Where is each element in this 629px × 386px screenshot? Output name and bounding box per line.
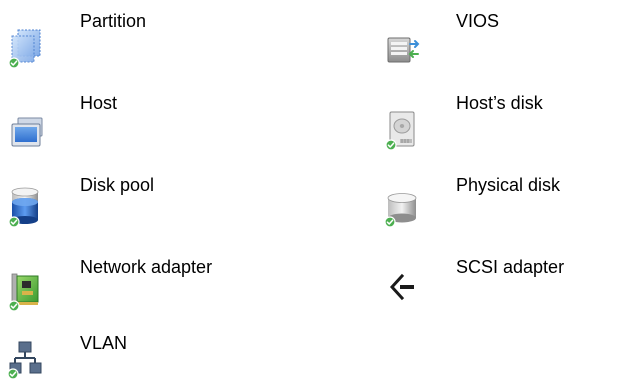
vlan-icon bbox=[4, 338, 52, 386]
legend-label-vios: VIOS bbox=[456, 11, 500, 31]
legend-label-hosts-disk: Host’s disk bbox=[456, 93, 543, 113]
legend-label-host: Host bbox=[80, 93, 118, 113]
partition-icon bbox=[4, 24, 52, 72]
vios-icon bbox=[380, 24, 428, 72]
host-icon bbox=[4, 106, 52, 154]
network-adapter-icon bbox=[4, 266, 52, 314]
legend-label-disk-pool: Disk pool bbox=[80, 175, 155, 195]
disk-pool-icon bbox=[4, 184, 52, 232]
scsi-adapter-icon bbox=[380, 266, 428, 314]
physical-disk-icon bbox=[380, 184, 428, 232]
hosts-disk-icon bbox=[380, 106, 428, 154]
legend-label-physical-disk: Physical disk bbox=[456, 175, 561, 195]
legend-label-scsi-adapter: SCSI adapter bbox=[456, 257, 565, 277]
legend-label-partition: Partition bbox=[80, 11, 147, 31]
legend-label-network-adapter: Network adapter bbox=[80, 257, 213, 277]
legend-label-vlan: VLAN bbox=[80, 333, 128, 353]
